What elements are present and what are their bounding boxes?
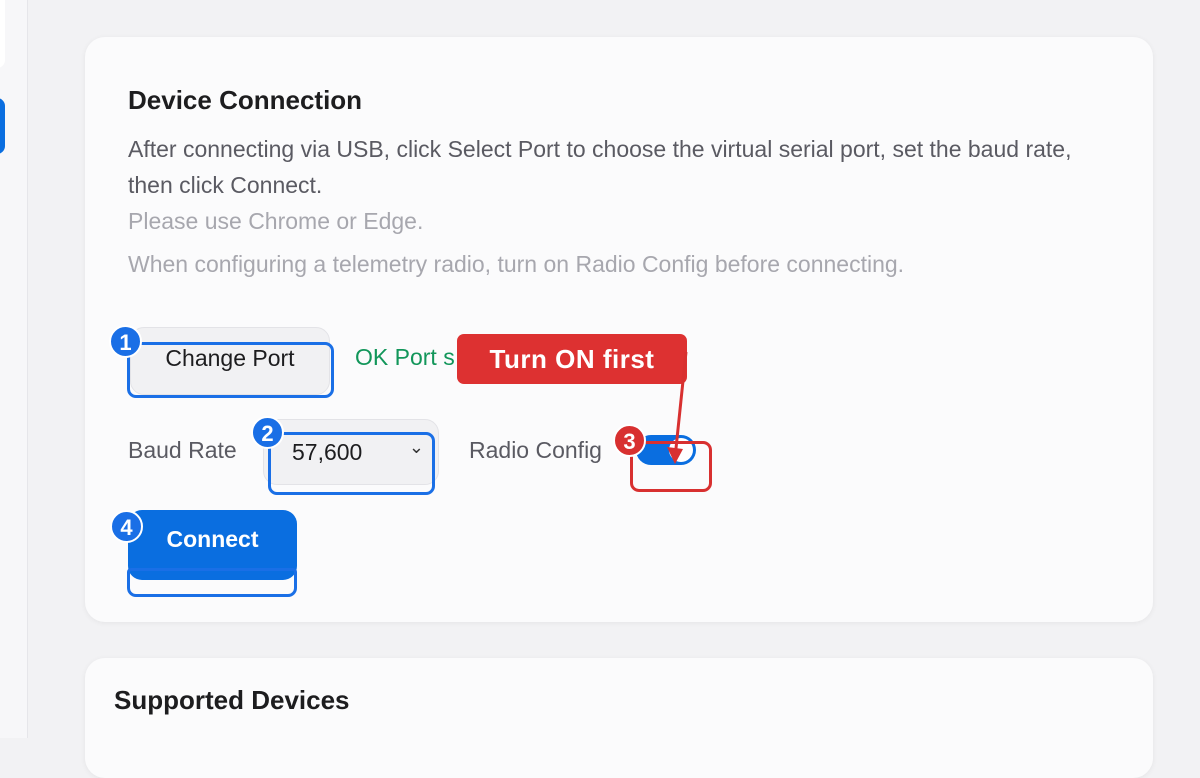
supported-devices-title: Supported Devices	[114, 685, 350, 715]
section-description: After connecting via USB, click Select P…	[128, 136, 1072, 198]
sidebar-item[interactable]	[0, 0, 5, 68]
step1-highlight	[127, 342, 334, 398]
step-badge-2: 2	[251, 416, 284, 449]
baud-rate-label: Baud Rate	[128, 437, 237, 463]
device-connection-card: Device Connection After connecting via U…	[85, 37, 1153, 622]
step2-highlight	[268, 432, 435, 495]
radio-config-note: When configuring a telemetry radio, turn…	[128, 251, 905, 277]
browser-note: Please use Chrome or Edge.	[128, 208, 424, 234]
step-badge-3: 3	[613, 424, 646, 457]
sidebar-item-active[interactable]	[0, 98, 5, 154]
supported-devices-card: Supported Devices	[85, 658, 1153, 778]
left-sidebar	[0, 0, 28, 738]
step4-highlight	[127, 568, 297, 597]
section-title: Device Connection	[128, 85, 363, 115]
radio-config-label: Radio Config	[469, 437, 602, 463]
port-status-text: OK Port s	[355, 344, 455, 370]
step-badge-4: 4	[110, 510, 143, 543]
step-badge-1: 1	[109, 325, 142, 358]
turn-on-first-callout: Turn ON first	[457, 334, 687, 384]
